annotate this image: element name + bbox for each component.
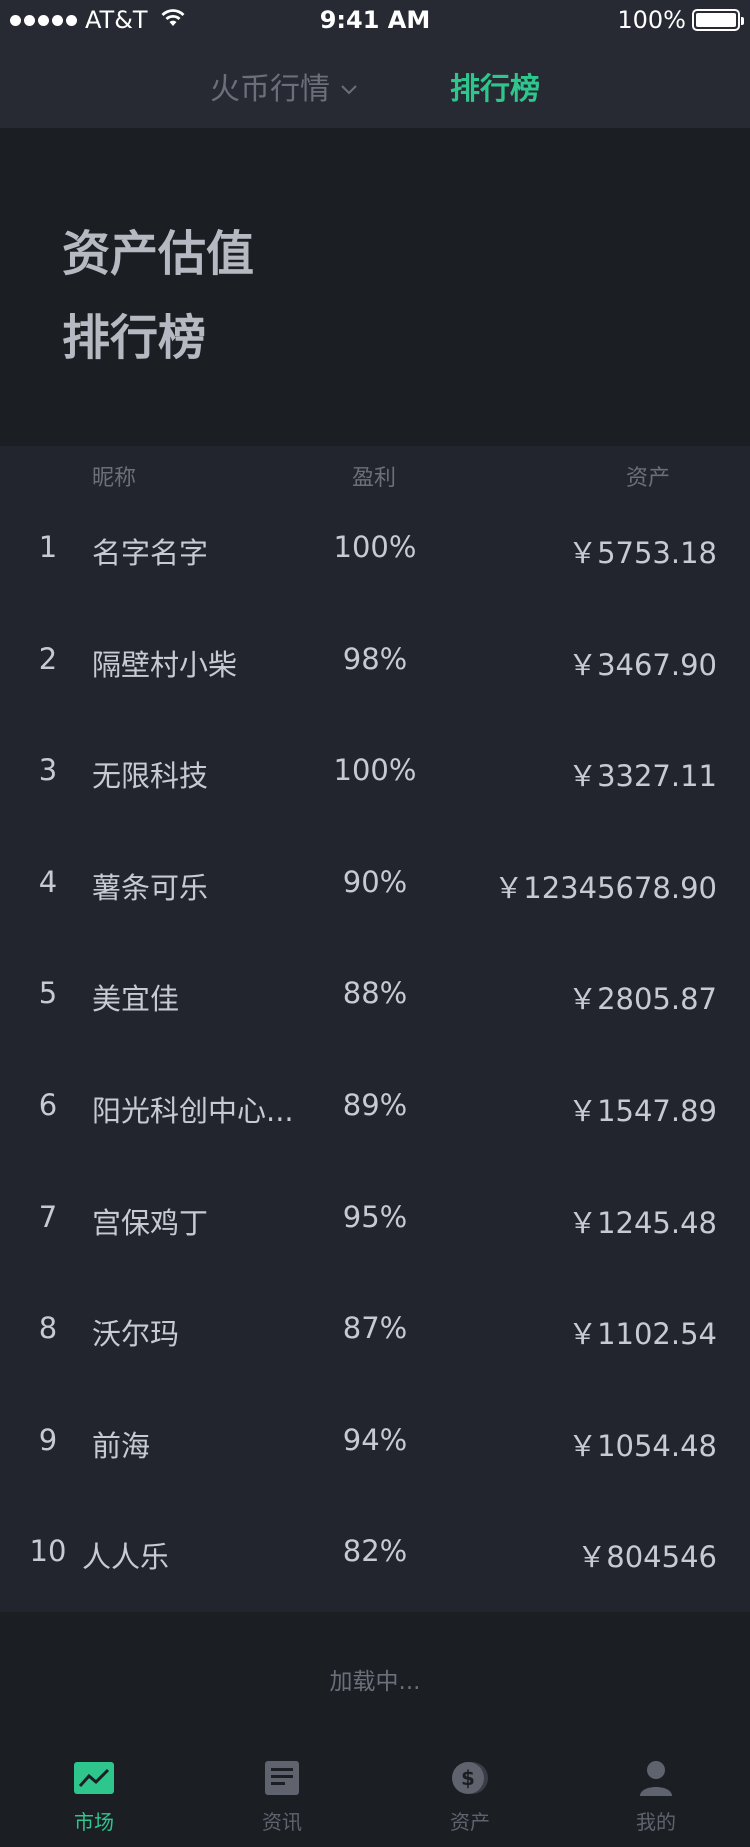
row-nickname: 无限科技: [92, 759, 209, 794]
battery-percentage: 100%: [617, 6, 686, 34]
tab-news[interactable]: 资讯: [188, 1756, 376, 1835]
table-row[interactable]: 6 阳光科创中心... 89% ￥1547.89: [0, 1060, 750, 1172]
row-profit: 89%: [342, 1087, 408, 1122]
row-nickname: 阳光科创中心...: [92, 1093, 294, 1128]
row-asset: ￥1547.89: [568, 1093, 717, 1128]
header-nickname: 昵称: [92, 466, 137, 491]
market-chart-icon: [72, 1756, 116, 1800]
row-rank: 7: [38, 1199, 58, 1234]
row-profit: 98%: [342, 641, 408, 676]
table-row[interactable]: 7 宫保鸡丁 95% ￥1245.48: [0, 1172, 750, 1284]
user-icon: [634, 1756, 678, 1800]
news-icon: [260, 1756, 304, 1800]
tab-assets-label: 资产: [450, 1810, 490, 1834]
row-asset: ￥1245.48: [568, 1205, 717, 1240]
app-screen: AT&T 9:41 AM 100% 火币行情 排行榜 资产估值 排行榜 昵称 盈…: [0, 0, 750, 1847]
row-asset: ￥2805.87: [568, 982, 717, 1017]
row-asset: ￥3327.11: [568, 759, 717, 794]
row-nickname: 宫保鸡丁: [92, 1205, 209, 1240]
tab-mine[interactable]: 我的: [562, 1756, 750, 1835]
table-row[interactable]: 3 无限科技 100% ￥3327.11: [0, 725, 750, 837]
chevron-down-icon: [340, 69, 358, 104]
svg-text:$: $: [461, 1766, 475, 1790]
row-asset: ￥804546: [577, 1540, 717, 1575]
row-nickname: 人人乐: [82, 1540, 170, 1575]
table-row[interactable]: 2 隔壁村小柴 98% ￥3467.90: [0, 614, 750, 726]
row-asset: ￥1102.54: [568, 1317, 717, 1352]
battery-icon: [692, 9, 744, 31]
row-nickname: 前海: [92, 1428, 151, 1463]
row-asset: ￥1054.48: [568, 1428, 717, 1463]
table-row[interactable]: 9 前海 94% ￥1054.48: [0, 1395, 750, 1507]
top-nav-bar: 火币行情 排行榜: [0, 40, 750, 128]
row-rank: 3: [38, 753, 58, 788]
tab-mine-label: 我的: [636, 1810, 676, 1834]
header-profit: 盈利: [352, 466, 397, 491]
row-nickname: 隔壁村小柴: [92, 647, 238, 682]
row-profit: 100%: [333, 530, 417, 564]
row-rank: 4: [38, 864, 58, 899]
table-row[interactable]: 4 薯条可乐 90% ￥12345678.90: [0, 837, 750, 949]
table-row[interactable]: 8 沃尔玛 87% ￥1102.54: [0, 1283, 750, 1395]
row-profit: 90%: [342, 864, 408, 899]
row-profit: 100%: [333, 753, 417, 788]
tab-assets[interactable]: $ 资产: [376, 1756, 564, 1835]
tab-market-label: 市场: [74, 1810, 114, 1834]
bottom-tab-bar: 市场 资讯 $ 资产 我的: [0, 1748, 750, 1847]
row-profit: 88%: [342, 976, 408, 1011]
row-rank: 2: [38, 641, 58, 676]
row-asset: ￥3467.90: [568, 647, 717, 682]
table-row[interactable]: 1 名字名字 100% ￥5753.18: [0, 502, 750, 614]
tab-news-label: 资讯: [262, 1810, 302, 1834]
row-profit: 94%: [342, 1422, 408, 1457]
table-row[interactable]: 5 美宜佳 88% ￥2805.87: [0, 948, 750, 1060]
hero-title-line1: 资产估值: [62, 226, 255, 282]
row-rank: 8: [38, 1311, 58, 1346]
tab-huobi-market-label: 火币行情: [210, 72, 330, 107]
tab-huobi-market[interactable]: 火币行情: [210, 64, 358, 108]
table-row[interactable]: 10 人人乐 82% ￥804546: [0, 1506, 750, 1618]
row-profit: 82%: [342, 1534, 408, 1569]
row-nickname: 薯条可乐: [92, 870, 209, 905]
status-right: 100%: [617, 6, 744, 34]
table-header: 昵称 盈利 资产: [0, 446, 750, 502]
tab-market[interactable]: 市场: [0, 1756, 188, 1835]
status-bar: AT&T 9:41 AM 100%: [0, 0, 750, 40]
ranking-table: 昵称 盈利 资产 1 名字名字 100% ￥5753.18 2 隔壁村小柴 98…: [0, 446, 750, 1612]
dollar-coin-icon: $: [448, 1756, 492, 1800]
tab-ranking[interactable]: 排行榜: [450, 64, 540, 108]
row-rank: 5: [38, 976, 58, 1011]
row-asset: ￥12345678.90: [494, 870, 717, 905]
hero-banner: 资产估值 排行榜: [0, 128, 750, 446]
row-rank: 10: [29, 1534, 67, 1569]
hero-title-line2: 排行榜: [62, 310, 207, 366]
row-nickname: 名字名字: [92, 536, 209, 570]
row-profit: 95%: [342, 1199, 408, 1234]
header-asset: 资产: [625, 466, 670, 491]
loading-indicator: 加载中...: [0, 1612, 750, 1748]
row-profit: 87%: [342, 1311, 408, 1346]
table-rows: 1 名字名字 100% ￥5753.18 2 隔壁村小柴 98% ￥3467.9…: [0, 502, 750, 1618]
row-asset: ￥5753.18: [568, 536, 717, 570]
row-rank: 1: [38, 530, 58, 564]
row-rank: 6: [38, 1087, 58, 1122]
row-nickname: 美宜佳: [92, 982, 180, 1017]
row-nickname: 沃尔玛: [92, 1317, 180, 1352]
row-rank: 9: [38, 1422, 58, 1457]
